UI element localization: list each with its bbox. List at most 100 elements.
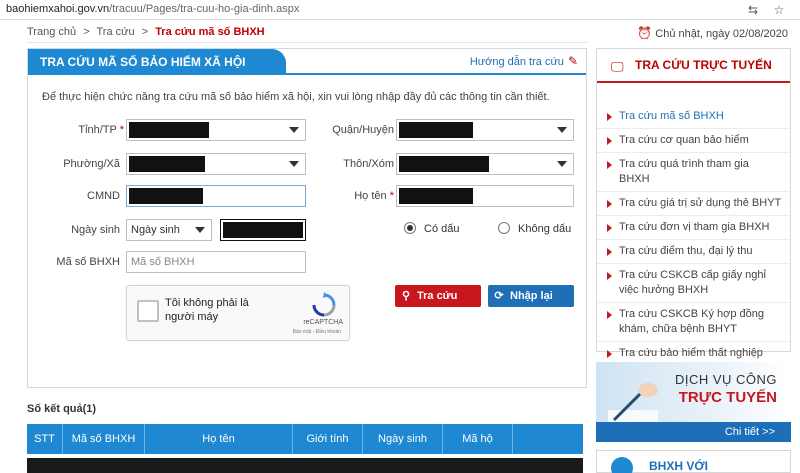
sidebar2-title: BHXH VỚI xyxy=(649,459,708,473)
alarm-icon: ⏰ xyxy=(637,26,653,40)
info-icon xyxy=(611,457,633,473)
browser-url-bar[interactable]: baohiemxahoi.gov.vn/tracuu/Pages/tra-cuu… xyxy=(0,0,800,20)
sidebar-item-participation[interactable]: Tra cứu quá trình tham gia BHXH xyxy=(597,153,790,192)
breadcrumb: Trang chủ > Tra cứu > Tra cứu mã số BHXH xyxy=(27,26,269,38)
breadcrumb-sep: > xyxy=(83,26,90,38)
column-header: STT xyxy=(27,424,63,454)
redacted-value xyxy=(399,188,473,204)
radio-dot-checked xyxy=(404,222,416,234)
chevron-down-icon xyxy=(289,161,299,167)
district-label: Quận/Huyện xyxy=(332,124,394,136)
guide-label: Hướng dẫn tra cứu xyxy=(469,56,564,68)
dob-input[interactable] xyxy=(220,219,306,241)
recaptcha-terms[interactable]: Bảo mật - Điều khoản xyxy=(293,329,341,335)
reset-button[interactable]: ⟳ Nhập lại xyxy=(488,285,574,307)
redacted-value xyxy=(399,122,473,138)
sidebar-item-collection-point[interactable]: Tra cứu điểm thu, đại lý thu xyxy=(597,240,790,264)
id-label: CMND xyxy=(87,190,120,202)
recaptcha-brand: reCAPTCHA xyxy=(303,319,343,326)
refresh-icon: ⟳ xyxy=(494,290,504,302)
url-path: /tracuu/Pages/tra-cuu-ho-gia-dinh.aspx xyxy=(109,3,300,15)
recaptcha-widget: Tôi không phải là người máy reCAPTCHA Bả… xyxy=(126,285,350,341)
intro-text: Để thực hiện chức năng tra cứu mã số bảo… xyxy=(42,91,550,103)
chevron-down-icon xyxy=(557,161,567,167)
search-button-label: Tra cứu xyxy=(417,290,458,302)
star-icon[interactable]: ☆ xyxy=(771,2,787,18)
radio-accented-label: Có dấu xyxy=(424,223,460,235)
sidebar-item-contract[interactable]: Tra cứu CSKCB Ký hợp đồng khám, chữa bện… xyxy=(597,303,790,342)
breadcrumb-current: Tra cứu mã số BHXH xyxy=(155,26,265,38)
column-header: Họ tên xyxy=(145,424,293,454)
column-header: Ngày sinh xyxy=(363,424,443,454)
sidebar-online-lookup: 🖵 TRA CỨU TRỰC TUYẾN Tra cứu mã số BHXH … xyxy=(596,48,791,366)
search-button[interactable]: ⚲ Tra cứu xyxy=(395,285,481,307)
breadcrumb-section[interactable]: Tra cứu xyxy=(96,26,134,38)
recaptcha-label: Tôi không phải là người máy xyxy=(165,297,249,323)
sidebar-item-card-validity[interactable]: Tra cứu giá trị sử dụng thẻ BHYT xyxy=(597,192,790,216)
id-number-input[interactable] xyxy=(126,185,306,207)
monitor-icon: 🖵 xyxy=(611,59,624,74)
redacted-value xyxy=(129,122,209,138)
name-label: Họ tên * xyxy=(318,190,394,202)
dob-select-value: Ngày sinh xyxy=(131,224,180,236)
redacted-value xyxy=(129,188,203,204)
chevron-down-icon xyxy=(557,127,567,133)
recaptcha-checkbox[interactable] xyxy=(137,300,159,322)
translate-icon[interactable]: ⇆ xyxy=(745,2,761,18)
district-select[interactable] xyxy=(396,119,574,141)
breadcrumb-home[interactable]: Trang chủ xyxy=(27,26,76,38)
ward-select[interactable] xyxy=(126,153,306,175)
bhxh-placeholder: Mã số BHXH xyxy=(131,256,195,268)
province-select[interactable] xyxy=(126,119,306,141)
results-table-header: STT Mã số BHXH Họ tên Giới tính Ngày sin… xyxy=(27,424,583,454)
required-mark: * xyxy=(119,124,124,136)
column-header: Giới tính xyxy=(293,424,363,454)
banner-line1: DỊCH VỤ CÔNG xyxy=(674,372,777,387)
current-date: ⏰ Chủ nhật, ngày 02/08/2020 xyxy=(637,26,788,40)
banner-more-link[interactable]: Chi tiết >> xyxy=(596,422,791,442)
online-service-banner[interactable]: DỊCH VỤ CÔNG TRỰC TUYẾN Chi tiết >> xyxy=(596,362,791,442)
hamlet-select[interactable] xyxy=(396,153,574,175)
sidebar-title: TRA CỨU TRỰC TUYẾN xyxy=(635,58,772,72)
redacted-value xyxy=(223,222,303,238)
url-text[interactable]: baohiemxahoi.gov.vn/tracuu/Pages/tra-cuu… xyxy=(6,3,299,15)
ward-label: Phường/Xã xyxy=(63,158,120,170)
reset-button-label: Nhập lại xyxy=(510,290,553,302)
banner-line2: TRỰC TUYẾN xyxy=(678,389,777,406)
sidebar-item-bhxh-number[interactable]: Tra cứu mã số BHXH xyxy=(597,105,790,129)
required-mark: * xyxy=(389,190,394,202)
search-icon: ⚲ xyxy=(401,290,411,302)
hamlet-label: Thôn/Xóm xyxy=(343,158,394,170)
name-label-text: Họ tên xyxy=(354,190,387,202)
radio-dot xyxy=(498,222,510,234)
radio-accented[interactable]: Có dấu xyxy=(404,222,459,235)
result-count: Số kết quả(1) xyxy=(27,403,97,415)
full-name-input[interactable] xyxy=(396,185,574,207)
search-panel: TRA CỨU MÃ SỐ BẢO HIỂM XÃ HỘI Hướng dẫn … xyxy=(27,48,587,388)
panel-header: TRA CỨU MÃ SỐ BẢO HIỂM XÃ HỘI Hướng dẫn … xyxy=(28,49,586,75)
guide-link[interactable]: Hướng dẫn tra cứu ✎ xyxy=(470,54,578,68)
date-text: Chủ nhật, ngày 02/08/2020 xyxy=(655,28,788,40)
chevron-down-icon xyxy=(289,127,299,133)
sidebar-header: 🖵 TRA CỨU TRỰC TUYẾN xyxy=(597,49,790,83)
redacted-value xyxy=(399,156,489,172)
radio-unaccented[interactable]: Không dấu xyxy=(498,222,571,235)
table-row[interactable] xyxy=(27,458,583,473)
edit-icon: ✎ xyxy=(567,54,578,68)
column-header-empty xyxy=(513,424,583,454)
breadcrumb-sep: > xyxy=(141,26,149,38)
redacted-value xyxy=(129,156,205,172)
sidebar-item-insurance-office[interactable]: Tra cứu cơ quan bảo hiểm xyxy=(597,129,790,153)
radio-unaccented-label: Không dấu xyxy=(518,223,572,235)
bhxh-label: Mã số BHXH xyxy=(56,256,120,268)
divider xyxy=(27,42,587,43)
sidebar-item-sick-leave[interactable]: Tra cứu CSKCB cấp giấy nghỉ việc hưởng B… xyxy=(597,264,790,303)
column-header: Mã hộ xyxy=(443,424,513,454)
dob-label: Ngày sinh xyxy=(71,224,120,236)
chevron-down-icon xyxy=(195,227,205,233)
column-header: Mã số BHXH xyxy=(63,424,145,454)
dob-type-select[interactable]: Ngày sinh xyxy=(126,219,212,241)
bhxh-number-input[interactable]: Mã số BHXH xyxy=(126,251,306,273)
sidebar-item-unit[interactable]: Tra cứu đơn vị tham gia BHXH xyxy=(597,216,790,240)
province-label: Tỉnh/TP * xyxy=(58,124,124,136)
